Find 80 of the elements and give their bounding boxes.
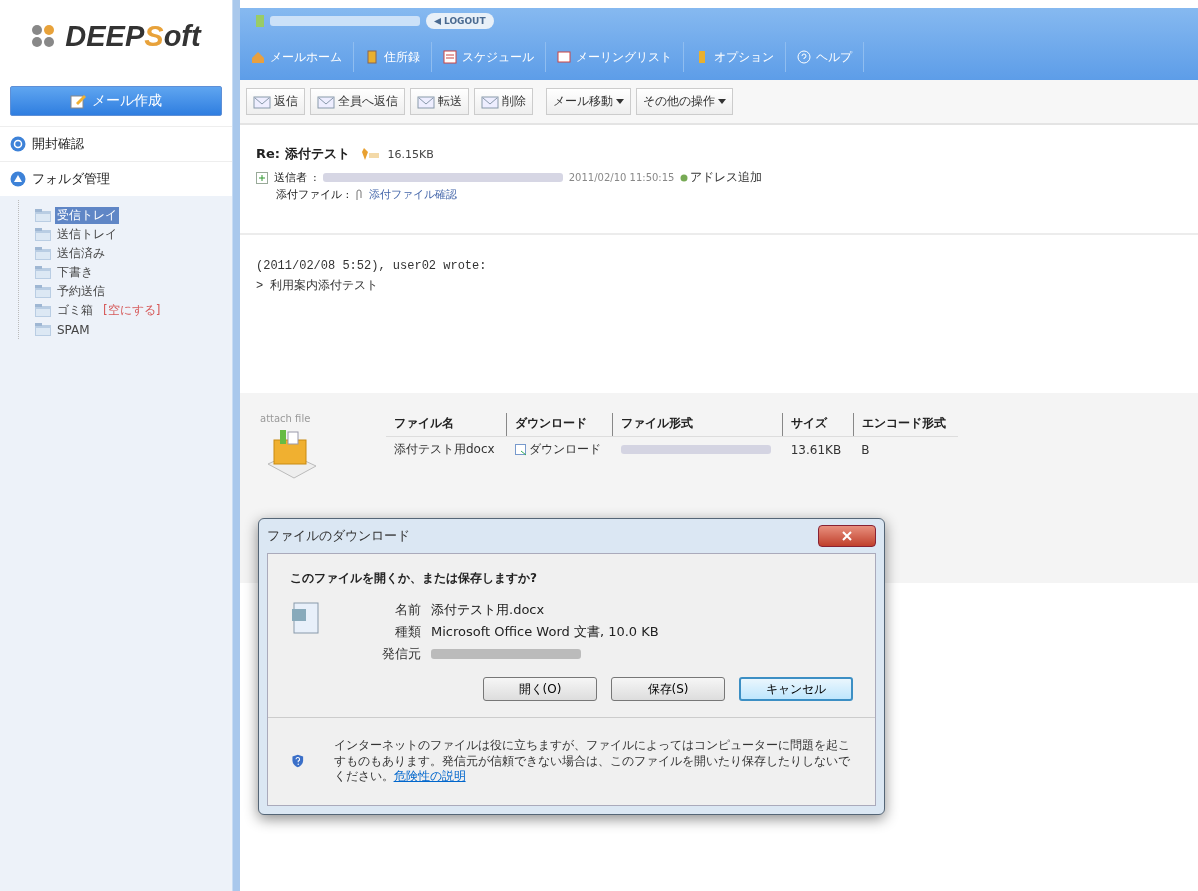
- field-value: 添付テスト用.docx: [431, 601, 546, 619]
- body-line: (2011/02/08 5:52), user02 wrote:: [256, 259, 488, 275]
- download-icon: [514, 443, 527, 456]
- separator-text: :: [313, 171, 317, 184]
- column-header: ファイル名: [386, 413, 507, 437]
- folder-item[interactable]: 送信トレイ: [55, 226, 119, 243]
- download-link[interactable]: ダウンロード: [514, 441, 601, 458]
- dialog-button[interactable]: キャンセル: [739, 677, 853, 701]
- column-header: ファイル形式: [612, 413, 783, 437]
- folder-item[interactable]: SPAM: [55, 322, 92, 337]
- attachment-label: 添付ファイル :: [276, 187, 350, 202]
- column-header: エンコード形式: [853, 413, 958, 437]
- column-header: サイズ: [782, 413, 854, 437]
- help-icon: [797, 50, 811, 64]
- warning-text: インターネットのファイルは役に立ちますが、ファイルによってはコンピューターに問題を起こすものもあります。発信元が信頼できない場合は、このファイルを開いたり保存したりしないでください。危険性の説明: [333, 738, 851, 785]
- logout-button[interactable]: LOGOUT: [426, 13, 494, 29]
- caret-icon: [718, 99, 726, 104]
- folder-icon: [35, 304, 51, 317]
- attachment-link[interactable]: 添付ファイル確認: [369, 187, 458, 202]
- folder-item[interactable]: 受信トレイ: [55, 207, 119, 224]
- document-icon: [290, 601, 322, 635]
- toolbar-button[interactable]: 削除: [474, 88, 533, 115]
- folder-icon: [35, 266, 51, 279]
- question-text: このファイルを開くか、または保存しますか?: [290, 570, 538, 587]
- folder-icon: [35, 323, 51, 336]
- toolbar-button[interactable]: 全員へ返信: [310, 88, 405, 115]
- column-header: ダウンロード: [506, 413, 613, 437]
- paperclip-icon: [355, 188, 364, 201]
- mail-icon: [317, 94, 335, 109]
- dialog-button[interactable]: 保存(S): [611, 677, 725, 701]
- folder-circle-icon: [10, 171, 26, 187]
- toolbar-button[interactable]: 返信: [246, 88, 305, 115]
- dialog-title: ファイルのダウンロード: [267, 527, 410, 545]
- field-label: 発信元: [382, 645, 421, 663]
- compose-icon: [70, 93, 86, 109]
- mail-icon: [481, 94, 499, 109]
- folder-icon: [35, 285, 51, 298]
- caption-text: attach file: [260, 413, 312, 424]
- mail-icon: [417, 94, 435, 109]
- risk-link[interactable]: 危険性の説明: [393, 769, 466, 784]
- folder-icon: [35, 247, 51, 260]
- dialog-button[interactable]: 開く(O): [483, 677, 597, 701]
- size-cell: 13.61KB: [782, 436, 854, 462]
- sidebar-item[interactable]: 開封確認: [0, 126, 232, 161]
- plus-circle-icon: [680, 173, 689, 182]
- encoding-cell: B: [853, 436, 958, 462]
- size-text: 16.15KB: [387, 147, 434, 161]
- file-name-cell: 添付テスト用docx: [386, 436, 507, 462]
- folder-item[interactable]: 送信済み: [55, 245, 107, 262]
- list-icon: [557, 50, 571, 64]
- close-icon: [842, 531, 852, 541]
- field-label: 名前: [394, 601, 421, 619]
- menu-button[interactable]: その他の操作: [636, 88, 733, 115]
- sender-label: 送信者: [274, 170, 307, 185]
- subject-text: Re: 添付テスト: [256, 145, 350, 163]
- calendar-icon: [443, 50, 457, 64]
- house-icon: [251, 50, 265, 64]
- expand-icon: [256, 171, 268, 184]
- menu-button[interactable]: メール移動: [546, 88, 631, 115]
- sidebar-item[interactable]: フォルダ管理: [0, 161, 232, 196]
- toolbar-button[interactable]: 転送: [410, 88, 469, 115]
- arrow-icon: [434, 17, 441, 25]
- logo-text: DEEPSoft: [65, 19, 201, 53]
- book-icon: [365, 50, 379, 64]
- folder-icon: [35, 209, 51, 222]
- folder-icon: [35, 228, 51, 241]
- mail-icon: [253, 94, 271, 109]
- body-line: > 利用案内添付テスト: [256, 278, 380, 295]
- close-button[interactable]: [818, 525, 876, 547]
- field-value: Microsoft Office Word 文書, 10.0 KB: [431, 623, 659, 641]
- field-label: 種類: [394, 623, 421, 641]
- caret-icon: [616, 99, 624, 104]
- date-text: 2011/02/10 11:50:15: [568, 172, 675, 183]
- folder-item[interactable]: ゴミ箱: [55, 302, 95, 319]
- add-address-link[interactable]: アドレス追加: [680, 169, 763, 186]
- user-icon: [256, 15, 264, 27]
- folder-item[interactable]: 下書き: [55, 264, 95, 281]
- folder-item[interactable]: 予約送信: [55, 283, 107, 300]
- check-circle-icon: [10, 136, 26, 152]
- empty-trash-link[interactable]: [空にする]: [103, 302, 161, 319]
